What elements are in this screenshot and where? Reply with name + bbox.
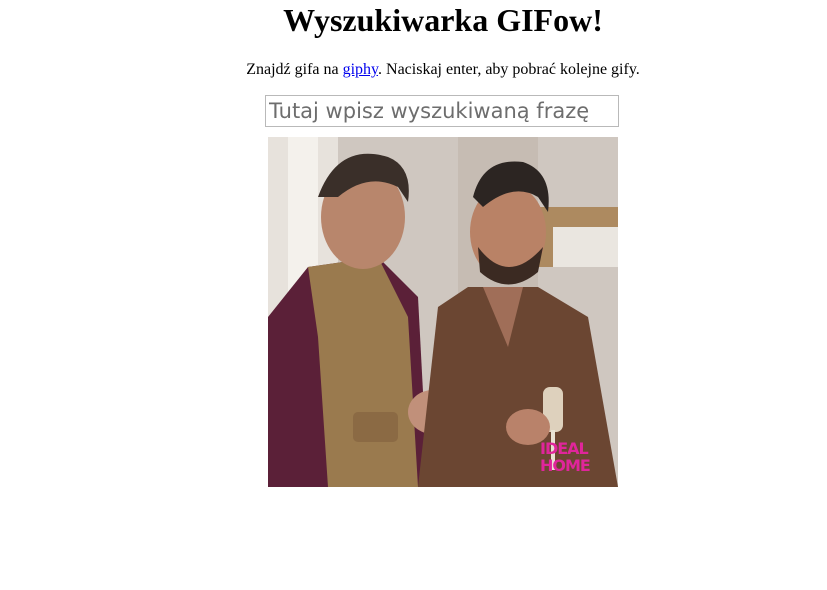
intro-text-before: Znajdź gifa na [246,61,343,78]
gif-frame: IDEAL HOME [268,137,618,487]
page-title: Wyszukiwarka GIFow! [283,2,603,38]
intro-text: Znajdź gifa na giphy. Naciskaj enter, ab… [0,60,827,80]
gif-search-page: Wyszukiwarka GIFow! Znajdź gifa na giphy… [0,0,827,590]
giphy-link[interactable]: giphy [343,61,378,78]
intro-text-after: . Naciskaj enter, aby pobrać kolejne gif… [378,61,640,78]
gif-result-image[interactable]: IDEAL HOME [268,137,618,487]
ideal-home-logo: IDEAL HOME [540,439,591,475]
svg-text:HOME: HOME [540,456,590,475]
search-input[interactable] [265,95,619,127]
